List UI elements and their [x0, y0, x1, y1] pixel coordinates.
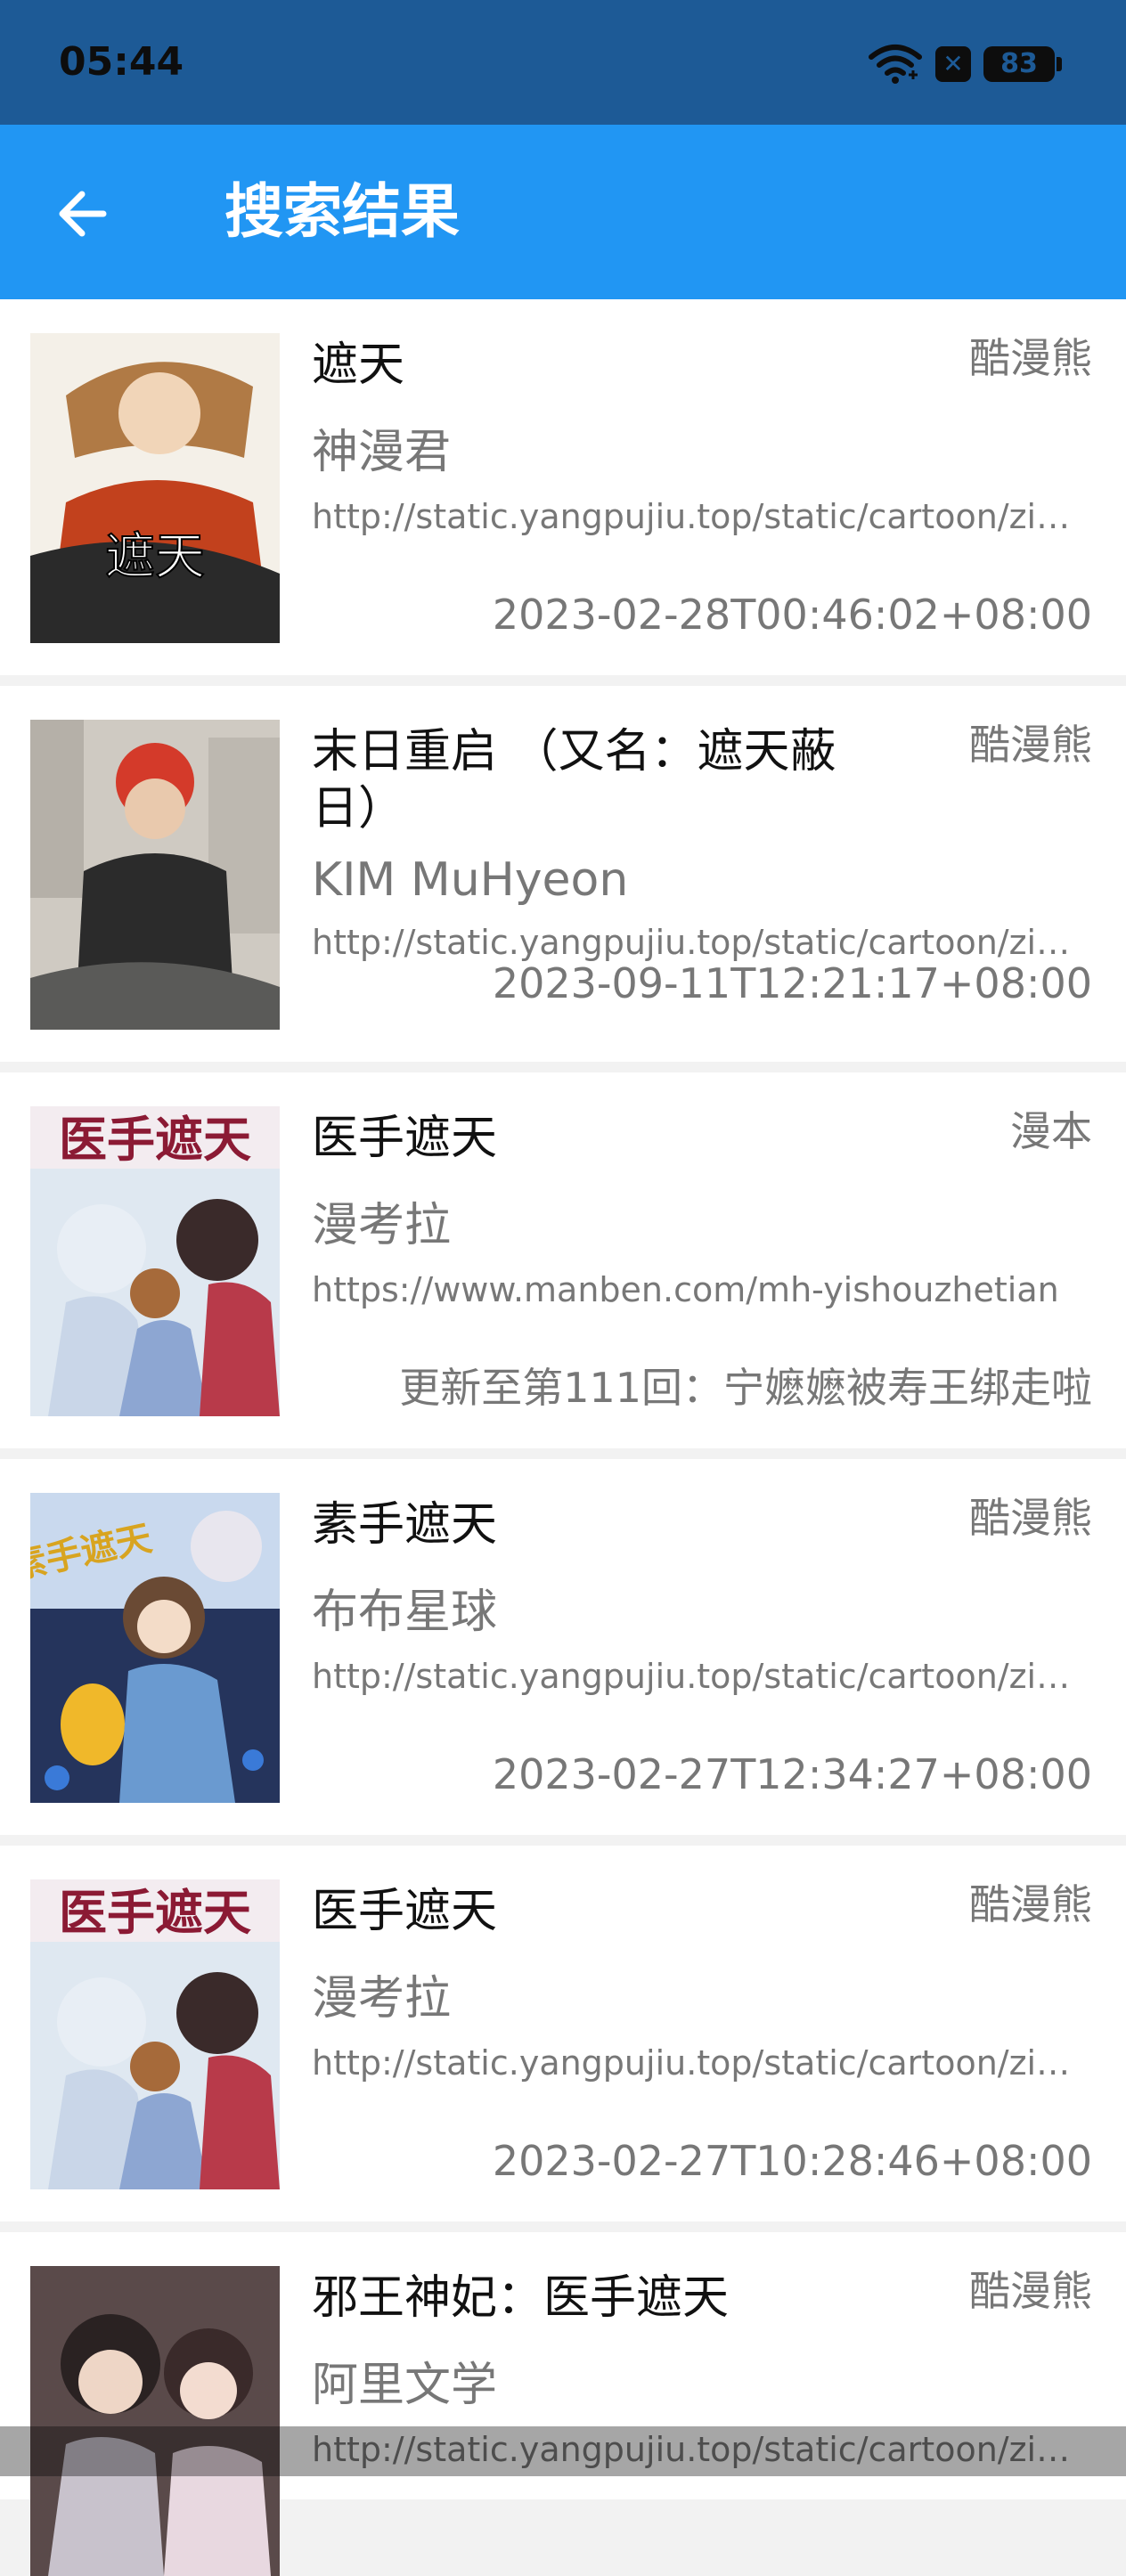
item-author: KIM MuHyeon: [312, 853, 629, 907]
battery-icon: 83: [983, 46, 1062, 82]
page-title: 搜索结果: [224, 177, 460, 246]
item-author: 漫考拉: [312, 1199, 452, 1252]
result-item[interactable]: 末日重启 （又名：遮天蔽日） 酷漫熊 KIM MuHyeon http://st…: [0, 686, 1126, 1062]
result-item[interactable]: 素手遮天 素手遮天 酷漫熊 布布星球 http://static.yangpuj…: [0, 1459, 1126, 1835]
cover-image: 医手遮天: [30, 1106, 280, 1416]
item-title: 邪王神妃：医手遮天: [312, 2271, 730, 2325]
item-author: 神漫君: [312, 426, 452, 479]
cover-text: 医手遮天: [59, 1885, 251, 1941]
cover-image: 遮天: [30, 333, 280, 643]
result-item[interactable]: 医手遮天 医手遮天 漫本 漫考拉 https://www.manben.com/…: [0, 1072, 1126, 1448]
wifi-icon: [869, 45, 922, 84]
item-url: http://static.yangpujiu.top/static/carto…: [312, 497, 1087, 536]
cover-text: 医手遮天: [59, 1112, 251, 1168]
notification-close-icon: ✕: [935, 46, 971, 82]
item-author: 阿里文学: [312, 2359, 498, 2412]
item-author: 漫考拉: [312, 1972, 452, 2026]
system-navigation-bar[interactable]: [0, 2426, 1126, 2476]
item-url: https://www.manben.com/mh-yishouzhetian: [312, 1270, 1059, 1309]
item-source: 酷漫熊: [969, 334, 1092, 382]
result-item[interactable]: 遮天 遮天 酷漫熊 神漫君 http://static.yangpujiu.to…: [0, 299, 1126, 675]
item-source: 酷漫熊: [969, 1494, 1092, 1542]
item-date: 2023-02-28T00:46:02+08:00: [492, 591, 1092, 639]
cover-image: 医手遮天: [30, 1879, 280, 2189]
cover-image: 素手遮天: [30, 1493, 280, 1803]
item-date: 更新至第111回：宁嬷嬷被寿王绑走啦: [399, 1364, 1092, 1412]
item-date: 2023-09-11T12:21:17+08:00: [492, 959, 1092, 1007]
status-bar: 05:44 ✕ 83: [0, 0, 1126, 125]
item-source: 酷漫熊: [969, 1880, 1092, 1928]
item-url: http://static.yangpujiu.top/static/carto…: [312, 1657, 1087, 1696]
item-author: 布布星球: [312, 1586, 498, 1639]
item-source: 漫本: [1010, 1107, 1092, 1155]
item-date: 2023-02-27T12:34:27+08:00: [492, 1750, 1092, 1798]
status-icons: ✕ 83: [868, 41, 1062, 87]
result-item[interactable]: 医手遮天 医手遮天 酷漫熊 漫考拉 http://static.yangpuji…: [0, 1846, 1126, 2221]
item-title: 医手遮天: [312, 1112, 498, 1165]
app-bar: 搜索结果: [0, 125, 1126, 299]
item-source: 酷漫熊: [969, 2267, 1092, 2315]
item-url: http://static.yangpujiu.top/static/carto…: [312, 2043, 1087, 2083]
item-title: 末日重启 （又名：遮天蔽日）: [312, 725, 836, 836]
cover-text: 遮天: [105, 528, 205, 586]
item-source: 酷漫熊: [969, 721, 1092, 769]
back-arrow-icon[interactable]: [52, 180, 119, 248]
item-date: 2023-02-27T10:28:46+08:00: [492, 2137, 1092, 2185]
status-time: 05:44: [59, 39, 184, 85]
cover-image: [30, 720, 280, 1030]
item-title: 素手遮天: [312, 1498, 498, 1552]
cover-image: [30, 2266, 280, 2576]
item-title: 医手遮天: [312, 1885, 498, 1938]
item-title: 遮天: [312, 338, 405, 392]
